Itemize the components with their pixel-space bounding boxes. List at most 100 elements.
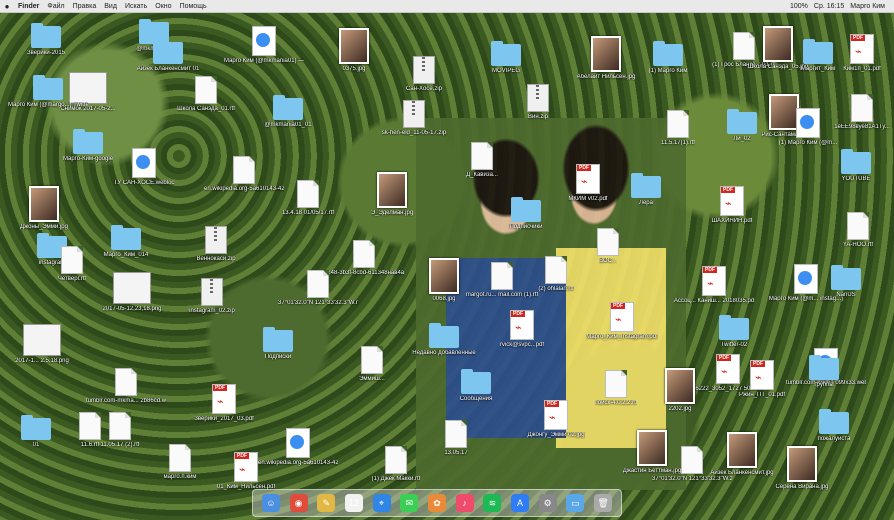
desktop-icon[interactable]: PDF ⌁ МКИМ v02.pdf xyxy=(560,164,616,203)
finder-icon[interactable]: ☺ xyxy=(261,494,280,512)
desktop-icon[interactable]: 2017-05-12,23,18.png xyxy=(102,272,162,313)
desktop-icon[interactable]: 2017-1... 2.5.18.png xyxy=(14,324,70,365)
zip-file-icon xyxy=(205,226,227,254)
menu-help[interactable]: Помощь xyxy=(176,3,211,10)
desktop-icon[interactable]: PDF ⌁ Ким1п_01.pdf xyxy=(834,34,890,73)
folder-icon xyxy=(263,327,293,352)
desktop-icon[interactable]: margot.ru... mail.com (1).rtf xyxy=(466,262,538,299)
desktop-icon[interactable]: (1) Джек Макки.rtf xyxy=(368,446,424,483)
zip-file-icon xyxy=(527,84,549,112)
folder-icon[interactable]: ▭ xyxy=(566,494,585,512)
desktop-icon[interactable]: Э_Эделман.jpg xyxy=(364,172,420,217)
photos-icon[interactable]: ✿ xyxy=(427,494,446,512)
desktop-icon[interactable]: Зверики-2015 xyxy=(18,23,74,57)
desktop-icon[interactable]: Сообщения xyxy=(448,369,504,403)
music-icon[interactable]: ♪ xyxy=(455,494,474,512)
desktop-icon[interactable]: PDF ⌁ rvick@svpc...pdf xyxy=(494,310,550,349)
desktop-icon[interactable]: 1eEE98вуе81A1Ty... xyxy=(834,94,890,131)
desktop-icon[interactable]: Twitter-02 xyxy=(706,315,762,349)
desktop-icon[interactable]: (1) Марго Ким xyxy=(640,41,696,75)
desktop-icon[interactable]: Марго_Ким_014 xyxy=(98,225,154,259)
folder-icon xyxy=(21,415,51,440)
desktop-icon[interactable]: en.wikipedia.org-5a610143-4248-3b3f-8 61… xyxy=(258,428,338,467)
desktop-icon[interactable]: Серена Вирана.jpg xyxy=(774,446,830,491)
desktop-icon[interactable]: пожалуйста xyxy=(806,409,862,443)
desktop-icon[interactable]: Д_Кавиза... xyxy=(454,142,510,179)
desktop-icon[interactable]: NanUS xyxy=(818,265,874,299)
notes-icon[interactable]: ✎ xyxy=(317,494,336,512)
desktop-icon[interactable]: PDF ⌁ Зверики_2017_03.pdf xyxy=(194,384,254,423)
messages-icon[interactable]: ✉ xyxy=(400,494,419,512)
chrome-icon[interactable]: ◉ xyxy=(289,494,308,512)
trash-icon[interactable]: 🗑 xyxy=(594,494,613,512)
desktop-icon[interactable]: Сан-Хосе.zip xyxy=(396,56,452,93)
desktop[interactable]: ● Finder Файл Правка Вид Искать Окно Пом… xyxy=(0,0,894,520)
desktop-icon[interactable]: Марго-Ким-google xyxy=(60,129,116,163)
desktop-icon[interactable]: YOUTUBE xyxy=(828,149,884,183)
menu-search[interactable]: Искать xyxy=(121,3,151,10)
desktop-icon[interactable]: 13.4.18 01/05/17.rtf xyxy=(280,180,336,217)
battery-indicator[interactable]: 100% xyxy=(787,3,811,10)
desktop-icon[interactable]: Марго Ким (@margo...) Twitter xyxy=(8,75,88,109)
desktop-icon[interactable]: 11.6.rtf xyxy=(62,412,118,449)
desktop-icon[interactable]: Айзек Бланкенсмит 01 xyxy=(137,39,199,73)
desktop-icon[interactable]: Четверг.rtf xyxy=(44,246,100,283)
desktop-icon[interactable]: 37°01'32.0"N 121°33'32.3"W.rtf xyxy=(278,270,358,307)
desktop-icon[interactable]: YA-HOO.rtf xyxy=(830,212,886,249)
desktop-icon[interactable]: Айзек Бланкенсмит.jpg xyxy=(710,432,774,477)
desktop-icon[interactable]: tumblr.com-mkma... 2b86cd.webloc xyxy=(86,368,166,405)
desktop-icon[interactable]: 0068.jpg xyxy=(416,258,472,303)
folder-icon xyxy=(719,315,749,340)
desktop-icon[interactable]: 2202.jpg xyxy=(652,368,708,413)
desktop-icon[interactable]: Подписки xyxy=(250,327,306,361)
desktop-icon[interactable]: Лера xyxy=(618,173,674,207)
desktop-icon[interactable]: Подписчики xyxy=(498,197,554,231)
spotify-icon[interactable]: ≋ xyxy=(483,494,502,512)
desktop-icon[interactable]: ТУ САН-ХОСЕ.webloc xyxy=(114,148,174,187)
desktop-icon[interactable]: PDF ⌁ Ассоц... Каниш... 2018035.pdf xyxy=(674,266,754,305)
menu-window[interactable]: Окно xyxy=(151,3,175,10)
pdf-file-icon: PDF ⌁ xyxy=(576,164,600,194)
menu-view[interactable]: Вид xyxy=(100,3,121,10)
desktop-icon[interactable]: MOVIPEG xyxy=(478,41,534,75)
desktop-icon[interactable]: (2) ohlalan.rtf xyxy=(528,256,584,293)
desktop-icon[interactable]: Эммиш... xyxy=(344,346,400,383)
desktop-icon[interactable]: Веннокаси.zip xyxy=(188,226,244,263)
desktop-icon[interactable]: группы xyxy=(796,355,852,389)
settings-icon[interactable]: ⚙ xyxy=(538,494,557,512)
pdf-file-icon: PDF ⌁ xyxy=(234,452,258,482)
desktop-icon[interactable]: марго.п.ким xyxy=(152,444,208,481)
desktop-icon[interactable]: Недавно добавленные xyxy=(412,323,476,357)
desktop-icon[interactable]: @mkmania01_01 xyxy=(260,95,316,129)
user-name[interactable]: Марго Ким xyxy=(847,3,888,10)
desktop-icon[interactable]: 37°01'32.0"N 121°33'32.3"W.zip xyxy=(652,446,732,483)
desktop-icon[interactable]: PDF ⌁ ШАХИНИН.pdf xyxy=(704,186,760,225)
desktop-icon[interactable]: Абелайт Нильсен.jpg xyxy=(577,36,635,81)
desktop-icon[interactable]: PDF ⌁ Ржин_ПТ_01.pdf xyxy=(734,360,790,399)
desktop-icon[interactable]: 11.5.17(1).rtf xyxy=(650,110,706,147)
menu-edit[interactable]: Правка xyxy=(69,3,101,10)
calendar-icon[interactable]: 12 xyxy=(344,494,363,512)
desktop-icon[interactable]: 0375.jpg xyxy=(326,28,382,73)
desktop-icon[interactable]: 01 xyxy=(8,415,64,449)
desktop-icon[interactable]: Джоны_Эмми.jpg xyxy=(16,186,72,231)
desktop-icon[interactable]: поиск-4.0.2.2.rtf xyxy=(588,370,644,407)
apple-icon[interactable]: ● xyxy=(0,2,14,11)
desktop-icon[interactable]: PDF ⌁ Джонгу_Эмми 02.jpg xyxy=(527,400,585,439)
clock[interactable]: Ср. 16:15 xyxy=(811,3,847,10)
desktop-icon[interactable]: ВОС... xyxy=(580,228,636,265)
appstore-icon[interactable]: A xyxy=(511,494,530,512)
desktop-icon[interactable]: PDF ⌁ Марго_Ким_Instagram.pdf xyxy=(586,302,658,341)
desktop-icon[interactable]: Марго Ким (@mkmania01) — Twitter.webloc xyxy=(224,26,304,65)
desktop-icon[interactable]: Школа Санэда_01.rtf xyxy=(177,76,235,113)
desktop-icon[interactable]: Вин.zip xyxy=(510,84,566,121)
desktop-icon[interactable]: PDF ⌁ 01_Ким_Нильсен.pdf xyxy=(217,452,275,491)
desktop-icon[interactable]: (1) Марго Ким (@m... xyxy=(779,108,837,147)
menu-finder[interactable]: Finder xyxy=(14,3,43,10)
menu-file[interactable]: Файл xyxy=(43,3,68,10)
desktop-icon[interactable]: 13.05.17 xyxy=(428,420,484,457)
desktop-icon[interactable]: en.wikipedia.org-5a610143-4248-3b3f-8cbd… xyxy=(204,156,284,193)
desktop-icon[interactable]: instagram_02.zip xyxy=(184,278,240,315)
desktop-icon[interactable]: sk-hen-eld_11-05-17.zip xyxy=(382,100,446,137)
safari-icon[interactable]: ⌖ xyxy=(372,494,391,512)
